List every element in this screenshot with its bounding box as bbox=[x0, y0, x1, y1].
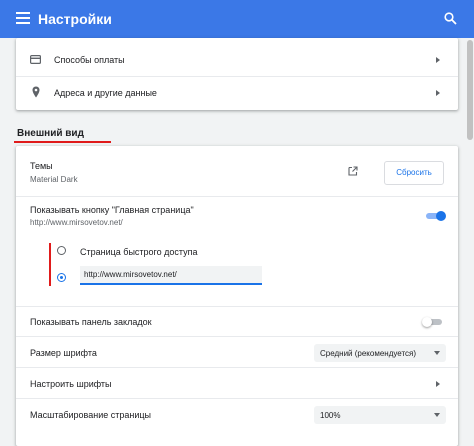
scrollbar[interactable] bbox=[466, 38, 474, 439]
font-size-value: Средний (рекомендуется) bbox=[320, 349, 417, 358]
annotation-vertical-bar bbox=[49, 243, 51, 286]
chevron-down-icon bbox=[434, 413, 440, 417]
themes-label: Темы bbox=[30, 161, 53, 171]
payment-methods-row[interactable]: Способы оплаты bbox=[16, 44, 458, 76]
font-size-label: Размер шрифта bbox=[30, 348, 97, 358]
addresses-label: Адреса и другие данные bbox=[54, 88, 157, 98]
bookmarks-bar-toggle[interactable] bbox=[422, 317, 444, 327]
customize-fonts-label: Настроить шрифты bbox=[30, 379, 112, 389]
page-zoom-label: Масштабирование страницы bbox=[30, 410, 151, 420]
menu-icon[interactable] bbox=[16, 12, 30, 24]
page-zoom-value: 100% bbox=[320, 411, 341, 420]
home-url-input[interactable] bbox=[80, 266, 262, 285]
radio-custom-url[interactable] bbox=[57, 273, 66, 282]
chevron-right-icon bbox=[436, 90, 440, 96]
top-app-bar: Настройки bbox=[0, 0, 474, 38]
payment-methods-label: Способы оплаты bbox=[54, 55, 125, 65]
themes-row: Темы Material Dark Сбросить bbox=[16, 146, 458, 196]
external-link-icon[interactable] bbox=[348, 166, 358, 176]
customize-fonts-row[interactable]: Настроить шрифты bbox=[16, 367, 458, 399]
bookmarks-bar-row[interactable]: Показывать панель закладок bbox=[16, 306, 458, 337]
autofill-card: Способы оплаты Адреса и другие данные bbox=[16, 38, 458, 110]
font-size-row: Размер шрифта Средний (рекомендуется) bbox=[16, 336, 458, 368]
chevron-right-icon bbox=[436, 381, 440, 387]
annotation-underline bbox=[14, 141, 111, 143]
scrollbar-thumb[interactable] bbox=[467, 40, 473, 140]
radio-new-tab-page[interactable] bbox=[57, 246, 66, 255]
page-zoom-row: Масштабирование страницы 100% bbox=[16, 398, 458, 430]
chevron-down-icon bbox=[434, 351, 440, 355]
credit-card-icon bbox=[30, 55, 41, 64]
chevron-right-icon bbox=[436, 57, 440, 63]
page-zoom-select[interactable]: 100% bbox=[314, 406, 446, 424]
section-title-appearance: Внешний вид bbox=[17, 128, 84, 139]
search-icon[interactable] bbox=[444, 12, 457, 25]
reset-theme-button[interactable]: Сбросить bbox=[384, 161, 444, 185]
font-size-select[interactable]: Средний (рекомендуется) bbox=[314, 344, 446, 362]
appearance-card: Темы Material Dark Сбросить Показывать к… bbox=[16, 146, 458, 446]
themes-value: Material Dark bbox=[30, 175, 78, 184]
bookmarks-bar-label: Показывать панель закладок bbox=[30, 317, 152, 327]
location-pin-icon bbox=[32, 86, 40, 98]
home-button-row: Показывать кнопку "Главная страница" htt… bbox=[16, 196, 458, 239]
addresses-row[interactable]: Адреса и другие данные bbox=[16, 76, 458, 110]
home-button-toggle[interactable] bbox=[424, 211, 446, 221]
home-button-url: http://www.mirsovetov.net/ bbox=[30, 218, 123, 227]
page-title: Настройки bbox=[38, 11, 112, 27]
new-tab-page-label: Страница быстрого доступа bbox=[80, 247, 198, 257]
home-button-label: Показывать кнопку "Главная страница" bbox=[30, 205, 194, 215]
